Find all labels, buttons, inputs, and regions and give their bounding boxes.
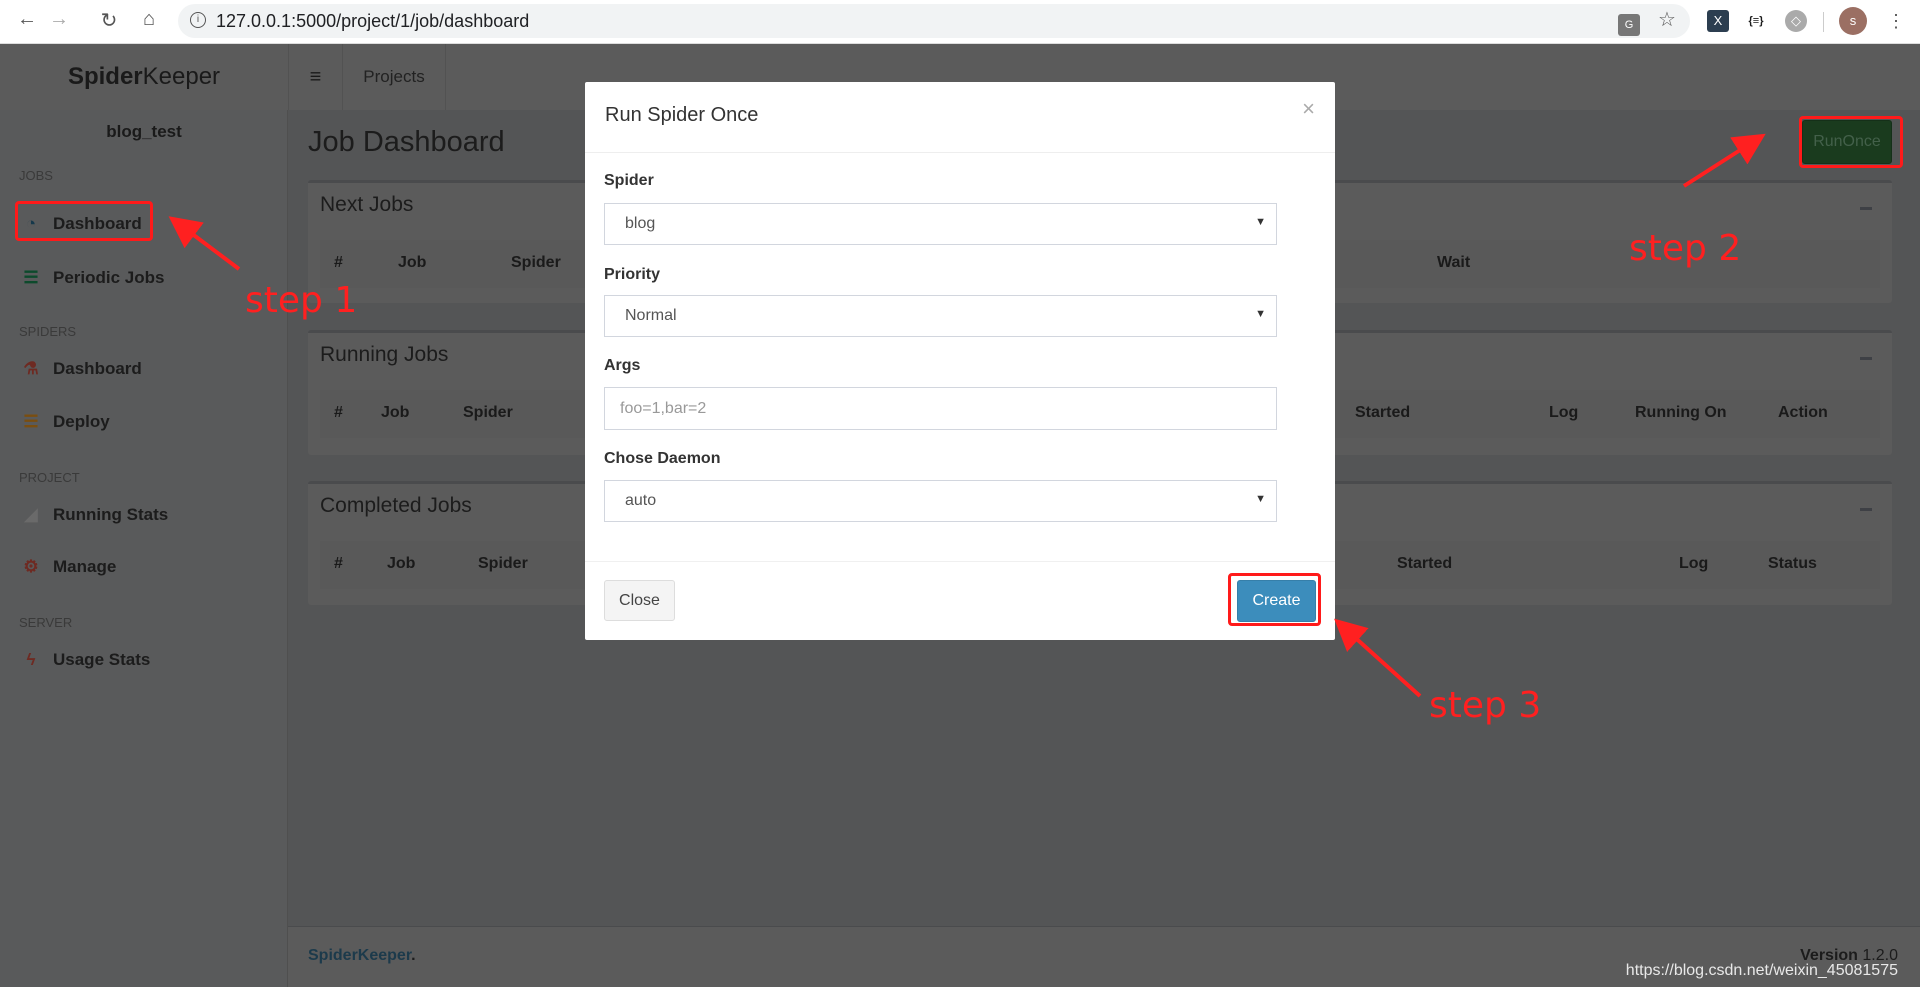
sidebar-item-label: Running Stats	[53, 505, 169, 524]
project-name: blog_test	[106, 122, 182, 141]
forward-icon[interactable]: →	[46, 8, 72, 31]
gears-icon: ⚙	[23, 557, 39, 576]
sidebar-item-label: Dashboard	[53, 214, 142, 233]
sidebar-item-label: Deploy	[53, 412, 110, 431]
sidebar-item-running-stats[interactable]: ◢ Running Stats	[21, 500, 168, 530]
logo[interactable]: SpiderKeeper	[0, 44, 288, 110]
area-chart-icon: ◢	[24, 505, 38, 524]
args-input[interactable]	[604, 387, 1277, 430]
create-button[interactable]: Create	[1237, 580, 1316, 622]
column-header: Action	[1778, 404, 1828, 421]
browser-toolbar: ← → ↻ ⌂ i 127.0.0.1:5000/project/1/job/d…	[0, 0, 1920, 44]
collapse-icon[interactable]	[1860, 207, 1872, 210]
column-header: Job	[381, 404, 410, 421]
sidebar-item-spiders-dashboard[interactable]: ⚗ Dashboard	[21, 354, 142, 384]
chevron-down-icon: ▼	[1255, 216, 1266, 228]
back-icon[interactable]: ←	[14, 8, 40, 31]
dashboard-icon: ◔	[25, 214, 37, 233]
sidebar-item-jobs-dashboard[interactable]: ◔ Dashboard	[21, 209, 142, 239]
sidebar-item-label: Manage	[53, 557, 117, 576]
column-header: Status	[1768, 555, 1817, 572]
extension-x-icon[interactable]: X	[1707, 10, 1729, 32]
home-icon[interactable]: ⌂	[136, 8, 162, 31]
address-bar[interactable]: i 127.0.0.1:5000/project/1/job/dashboard…	[178, 4, 1690, 38]
tasks-icon: ☰	[23, 268, 39, 287]
json-extension-icon[interactable]: {≡}	[1745, 10, 1767, 32]
panel-title: Completed Jobs	[320, 494, 472, 517]
extension-gem-icon[interactable]: ◇	[1785, 10, 1807, 32]
section-server: SERVER	[19, 615, 73, 630]
column-header: Job	[387, 555, 416, 572]
column-header: Wait	[1437, 254, 1471, 271]
column-header: Spider	[511, 254, 561, 271]
sidebar-item-label: Periodic Jobs	[53, 268, 165, 287]
modal-title: Run Spider Once	[605, 104, 759, 126]
column-header: #	[334, 555, 343, 572]
column-header: Spider	[463, 404, 513, 421]
chevron-down-icon: ▼	[1255, 308, 1266, 320]
sidebar-toggle-icon[interactable]: ≡	[288, 44, 343, 110]
args-label: Args	[604, 357, 641, 374]
spider-select[interactable]: blog ▼	[604, 203, 1277, 245]
spider-label: Spider	[604, 172, 654, 189]
sidebar-item-manage[interactable]: ⚙ Manage	[21, 552, 116, 582]
bolt-icon: ϟ	[26, 650, 36, 669]
panel-title: Running Jobs	[320, 343, 449, 366]
profile-avatar[interactable]: s	[1839, 7, 1867, 35]
divider	[585, 561, 1335, 562]
panel-title: Next Jobs	[320, 193, 414, 216]
sidebar-item-label: Usage Stats	[53, 650, 151, 669]
toolbar-divider	[1823, 12, 1824, 32]
step2-label: step 2	[1629, 228, 1742, 269]
section-spiders: SPIDERS	[19, 324, 77, 339]
priority-label: Priority	[604, 266, 661, 283]
page-title: Job Dashboard	[308, 126, 505, 158]
collapse-icon[interactable]	[1860, 357, 1872, 360]
step3-label: step 3	[1429, 685, 1542, 726]
column-header: Log	[1679, 555, 1709, 572]
step1-label: step 1	[245, 280, 358, 321]
info-icon[interactable]: i	[190, 12, 206, 28]
sidebar-item-periodic-jobs[interactable]: ☰ Periodic Jobs	[21, 263, 164, 293]
column-header: Started	[1397, 555, 1453, 572]
column-header: Job	[398, 254, 427, 271]
url-text: 127.0.0.1:5000/project/1/job/dashboard	[216, 11, 530, 31]
projects-menu[interactable]: Projects	[343, 44, 446, 110]
translate-icon[interactable]: G	[1618, 14, 1640, 36]
runonce-button[interactable]: RunOnce	[1802, 120, 1892, 164]
column-header: #	[334, 254, 343, 271]
column-header: Running On	[1635, 404, 1727, 421]
page: { "browser": {"url": "127.0.0.1:5000/pro…	[0, 0, 1920, 987]
column-header: Log	[1549, 404, 1579, 421]
column-header: Started	[1355, 404, 1411, 421]
flask-icon: ⚗	[23, 359, 39, 378]
star-icon[interactable]: ☆	[1656, 9, 1678, 31]
close-icon[interactable]: ×	[1302, 96, 1315, 122]
sidebar-item-deploy[interactable]: ☰ Deploy	[21, 407, 110, 437]
reload-icon[interactable]: ↻	[96, 8, 122, 33]
column-header: Spider	[478, 555, 528, 572]
priority-select[interactable]: Normal ▼	[604, 295, 1277, 337]
sidebar-item-usage-stats[interactable]: ϟ Usage Stats	[21, 645, 151, 675]
section-jobs: JOBS	[19, 168, 53, 183]
column-header: #	[334, 404, 343, 421]
run-spider-modal: Run Spider Once × Spider blog ▼ Priority …	[585, 82, 1335, 640]
server-icon: ☰	[23, 412, 39, 431]
section-project: PROJECT	[19, 470, 80, 485]
daemon-select[interactable]: auto ▼	[604, 480, 1277, 522]
chevron-down-icon: ▼	[1255, 493, 1266, 505]
collapse-icon[interactable]	[1860, 508, 1872, 511]
footer-brand[interactable]: SpiderKeeper.	[308, 947, 416, 965]
sidebar: blog_test JOBS ◔ Dashboard ☰ Periodic Jobs…	[0, 110, 288, 987]
sidebar-item-label: Dashboard	[53, 359, 142, 378]
divider	[585, 152, 1335, 153]
daemon-label: Chose Daemon	[604, 450, 721, 467]
menu-dots-icon[interactable]: ⋮	[1885, 10, 1907, 32]
close-button[interactable]: Close	[604, 580, 675, 621]
watermark: https://blog.csdn.net/weixin_45081575	[1625, 962, 1898, 979]
